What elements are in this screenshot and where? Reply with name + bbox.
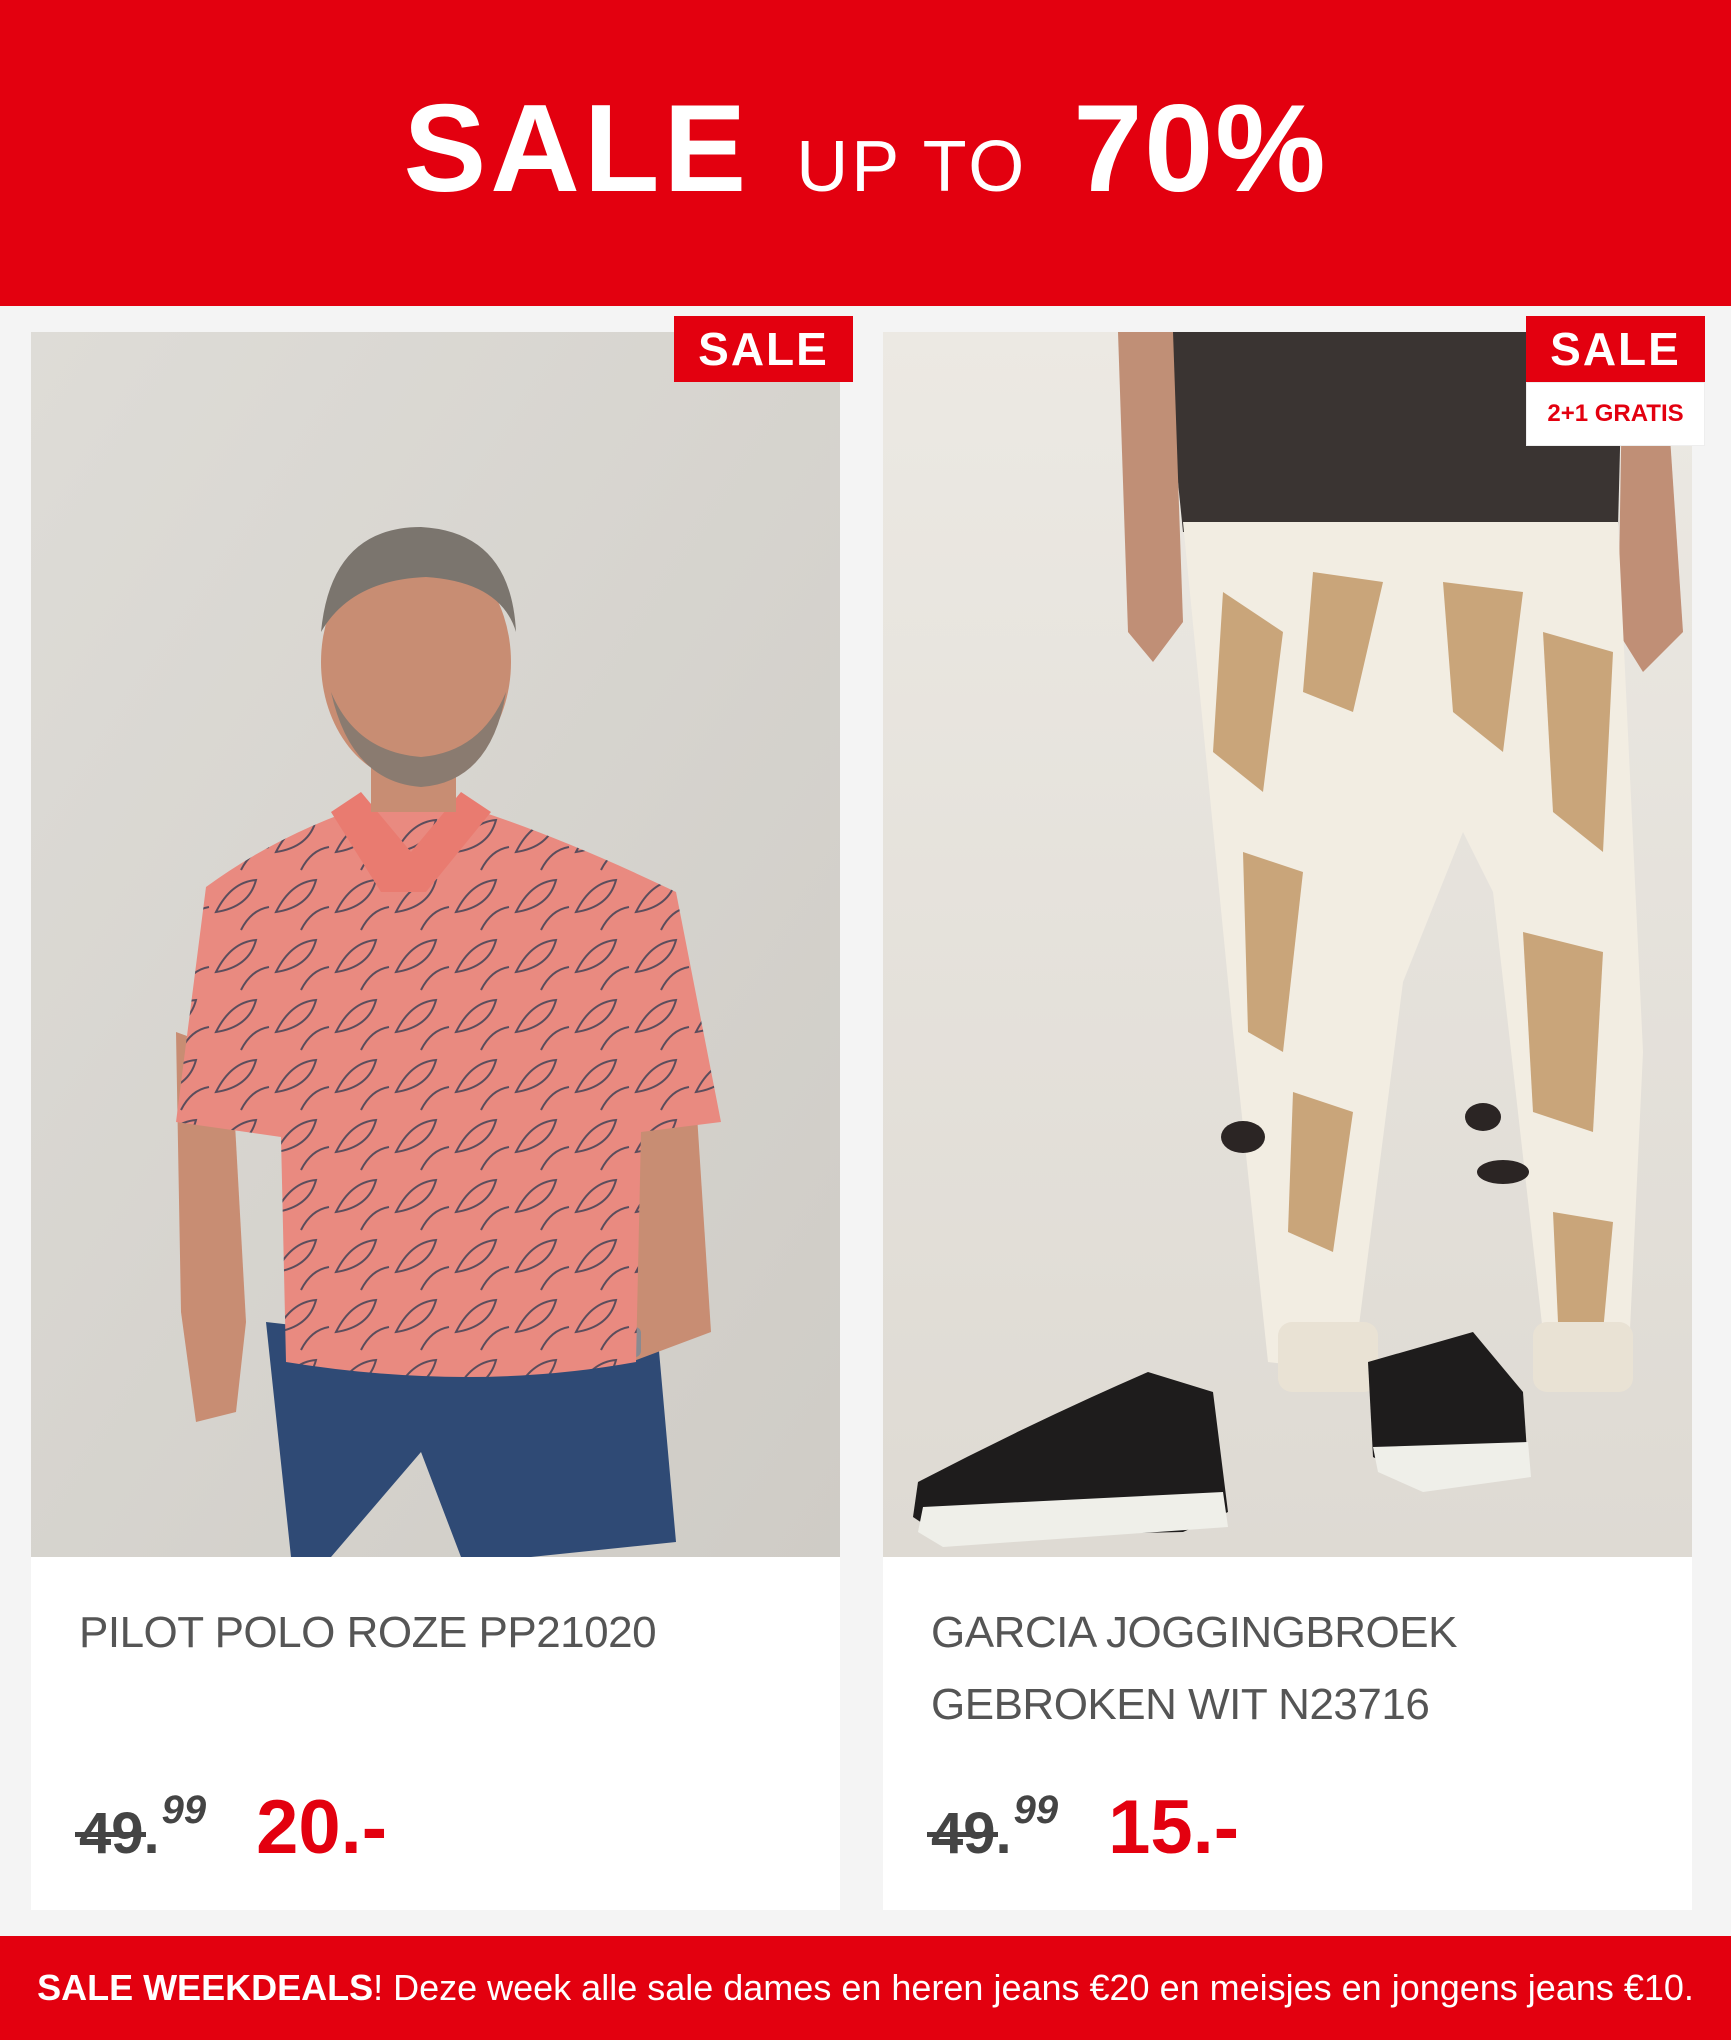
old-price: 49. 99 [927, 1788, 1058, 1867]
product-image-polo[interactable] [31, 332, 840, 1557]
weekdeals-footer-bar[interactable]: SALE WEEKDEALS! Deze week alle sale dame… [0, 1936, 1731, 2040]
product-title[interactable]: PILOT POLO ROZE PP21020 [79, 1597, 799, 1669]
tie-dye-joggers-photo [883, 332, 1692, 1557]
banner-headline: SALE UP TO 70% [403, 78, 1327, 220]
price-row: 49. 99 15.- [927, 1782, 1240, 1870]
sale-badge: SALE [1526, 316, 1705, 382]
footer-message: ! Deze week alle sale dames en heren jea… [373, 1967, 1694, 2008]
product-card-pilot-polo[interactable]: SALE PILOT POLO ROZE PP21020 49. 99 20.- [31, 316, 853, 1910]
banner-percent: 70% [1073, 80, 1328, 218]
product-card-garcia-joggers[interactable]: SALE 2+1 GRATIS GARCIA JOGGINGBROEK GEBR… [883, 316, 1705, 1910]
product-title[interactable]: GARCIA JOGGINGBROEK GEBROKEN WIT N23716 [931, 1597, 1651, 1741]
new-price: 20.- [256, 1785, 388, 1870]
old-price-cents: 99 [161, 1788, 207, 1832]
footer-bold-label: SALE WEEKDEALS [37, 1967, 374, 2008]
old-price: 49. 99 [75, 1788, 206, 1867]
promo-badge: 2+1 GRATIS [1526, 382, 1705, 446]
product-image-joggers[interactable] [883, 332, 1692, 1557]
price-row: 49. 99 20.- [75, 1782, 388, 1870]
old-price-cents: 99 [1013, 1788, 1059, 1832]
footer-text: SALE WEEKDEALS! Deze week alle sale dame… [37, 1967, 1694, 2009]
man-pink-floral-polo-photo [31, 332, 840, 1557]
new-price: 15.- [1108, 1785, 1240, 1870]
strikethrough-line [927, 1832, 999, 1837]
banner-sale-word: SALE [403, 80, 751, 218]
sale-banner[interactable]: SALE UP TO 70% [0, 0, 1731, 306]
banner-upto-word: UP TO [796, 127, 1028, 207]
sale-badge: SALE [674, 316, 853, 382]
strikethrough-line [75, 1832, 147, 1837]
